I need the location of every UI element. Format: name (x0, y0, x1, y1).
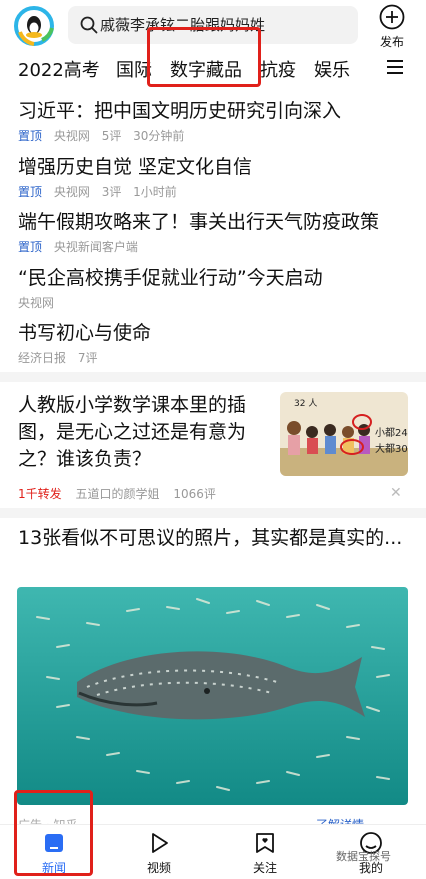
tab-anti-epidemic[interactable]: 抗疫 (260, 56, 296, 82)
article-meta: 1千转发 五道口的颜学姐 1066评 (18, 485, 226, 502)
top-bar: 戚薇李承铉二胎跟妈妈姓 发布 (0, 0, 426, 50)
search-bar[interactable]: 戚薇李承铉二胎跟妈妈姓 (68, 6, 358, 44)
news-item[interactable]: 端午假期攻略来了！事关出行天气防疫政策 置顶 央视新闻客户端 (18, 207, 410, 255)
news-meta: 置顶 央视新闻客户端 (18, 238, 410, 255)
news-source: 央视网 (53, 129, 90, 143)
news-comments: 5评 (101, 129, 122, 143)
news-time: 30分钟前 (133, 129, 185, 143)
section-divider (0, 508, 426, 518)
tab-international[interactable]: 国际 (116, 56, 152, 82)
thumb-label: 32 人 (294, 398, 317, 409)
news-source: 央视网 (53, 185, 90, 199)
news-meta: 经济日报 7评 (18, 349, 410, 366)
article-source: 五道口的颜学姐 (75, 487, 160, 501)
menu-icon[interactable] (386, 58, 404, 76)
bookmark-heart-icon (256, 833, 274, 853)
article-title[interactable]: 13张看似不可思议的照片，其实都是真实的... (18, 525, 410, 552)
play-icon (152, 833, 168, 853)
tab-entertainment[interactable]: 娱乐 (314, 56, 350, 82)
nav-follow[interactable]: 关注 (235, 831, 295, 876)
news-item[interactable]: “民企高校携手促就业行动”今天启动 央视网 (18, 263, 410, 311)
news-source: 经济日报 (18, 351, 67, 365)
news-comments: 7评 (77, 351, 98, 365)
dismiss-icon[interactable]: ✕ (390, 485, 402, 501)
pinned-tag: 置顶 (18, 185, 43, 199)
news-title: “民企高校携手促就业行动”今天启动 (18, 267, 323, 289)
news-item[interactable]: 增强历史自觉 坚定文化自信 置顶 央视网 3评 1小时前 (18, 152, 410, 200)
news-source: 央视新闻客户端 (53, 240, 138, 254)
nav-label: 关注 (252, 861, 277, 875)
nav-label: 新闻 (41, 861, 66, 875)
news-meta: 置顶 央视网 5评 30分钟前 (18, 127, 410, 144)
forward-count: 1千转发 (18, 487, 62, 501)
search-icon (80, 16, 98, 34)
news-time: 1小时前 (133, 185, 177, 199)
thumb-label: 小都24 (375, 427, 408, 439)
section-divider (0, 372, 426, 382)
news-title: 端午假期攻略来了！事关出行天气防疫政策 (18, 211, 380, 233)
article-thumbnail[interactable]: 32 人 小都24 大都30 (280, 392, 408, 476)
thumb-label: 大都30 (375, 442, 408, 455)
article-comments: 1066评 (173, 487, 216, 501)
search-placeholder-text: 戚薇李承铉二胎跟妈妈姓 (100, 16, 266, 34)
plus-circle-icon (379, 4, 405, 30)
news-meta: 置顶 央视网 3评 1小时前 (18, 183, 410, 200)
news-title: 习近平：把中国文明历史研究引向深入 (18, 100, 342, 122)
news-title: 书写初心与使命 (18, 322, 152, 344)
news-icon (45, 834, 63, 852)
publish-button[interactable]: 发布 (372, 4, 412, 50)
publish-label: 发布 (379, 35, 404, 49)
pinned-tag: 置顶 (18, 240, 43, 254)
news-comments: 3评 (101, 185, 122, 199)
nav-news[interactable]: 新闻 (24, 831, 84, 876)
news-title: 增强历史自觉 坚定文化自信 (18, 156, 253, 178)
watermark-text: 数据宝探号 (336, 850, 391, 863)
news-source: 央视网 (18, 296, 55, 310)
nav-label: 视频 (146, 861, 171, 875)
tab-gaokao[interactable]: 2022高考 (18, 56, 100, 82)
tab-digital-collectibles[interactable]: 数字藏品 (170, 56, 242, 82)
news-meta: 央视网 (18, 294, 410, 311)
channel-tabs: 2022高考 国际 数字藏品 抗疫 娱乐 (0, 50, 426, 88)
pinned-tag: 置顶 (18, 129, 43, 143)
article-image[interactable] (17, 587, 408, 805)
nav-video[interactable]: 视频 (129, 831, 189, 876)
news-item[interactable]: 书写初心与使命 经济日报 7评 (18, 318, 410, 366)
app-logo-icon[interactable] (14, 6, 54, 46)
news-item[interactable]: 习近平：把中国文明历史研究引向深入 置顶 央视网 5评 30分钟前 (18, 96, 410, 144)
article-title[interactable]: 人教版小学数学课本里的插图，是无心之过还是有意为之？谁该负责？ (18, 392, 270, 473)
